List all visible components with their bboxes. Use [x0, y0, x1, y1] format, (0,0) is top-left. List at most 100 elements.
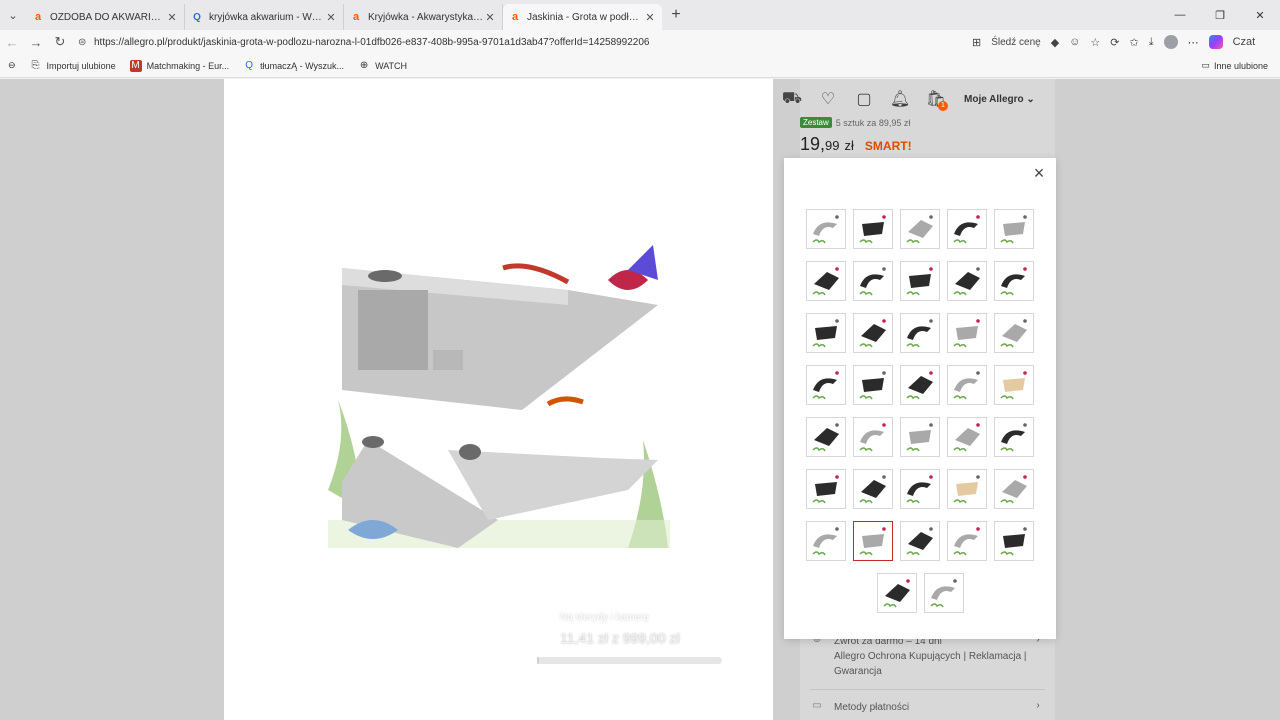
copilot-icon[interactable]: [1208, 35, 1223, 49]
favorite-watch[interactable]: ⊕ WATCH: [358, 60, 407, 72]
close-icon[interactable]: ×: [1028, 162, 1050, 184]
hero-progress-fill: [537, 657, 539, 664]
bell-icon[interactable]: 🔔︎: [882, 89, 918, 109]
favorite-matchmaking[interactable]: M Matchmaking - Eur...: [129, 59, 229, 72]
tag-icon[interactable]: ◆: [1051, 36, 1059, 49]
heart-icon[interactable]: ♡: [810, 89, 846, 109]
product-thumbnail[interactable]: [994, 365, 1034, 405]
profile-avatar[interactable]: [1163, 35, 1178, 49]
product-thumbnail[interactable]: [853, 365, 893, 405]
cart-icon[interactable]: 🛍︎ 1: [918, 89, 954, 111]
product-thumbnail[interactable]: [923, 573, 964, 613]
product-thumbnail[interactable]: [947, 365, 987, 405]
url-text: https://allegro.pl/produkt/jaskinia-grot…: [94, 36, 650, 48]
product-thumbnail[interactable]: [900, 313, 940, 353]
site-info-icon[interactable]: ⊜: [78, 37, 94, 48]
product-thumbnail[interactable]: [806, 469, 846, 509]
product-thumbnail[interactable]: [947, 469, 987, 509]
other-favorites[interactable]: ▭ Inne ulubione: [1201, 60, 1268, 71]
close-window-icon[interactable]: ✕: [1240, 0, 1280, 30]
hero-caption: Na sterydy i kamerę: [560, 612, 649, 623]
product-thumbnail[interactable]: [900, 209, 940, 249]
product-thumbnail[interactable]: [900, 469, 940, 509]
cart-count-badge: 1: [938, 101, 948, 111]
back-arrow-icon[interactable]: ←: [0, 35, 24, 50]
minimize-icon[interactable]: —: [1160, 0, 1200, 30]
product-thumbnail[interactable]: [947, 261, 987, 301]
product-thumbnail[interactable]: [853, 261, 893, 301]
tab-title: kryjówka akwarium - Wyszukaj: [209, 11, 325, 23]
product-thumbnail[interactable]: [994, 521, 1034, 561]
search-icon: Q: [245, 60, 254, 71]
divider: [810, 689, 1045, 690]
copilot-label[interactable]: Czat: [1233, 36, 1256, 48]
reader-icon[interactable]: ☺: [1069, 36, 1080, 48]
product-thumbnail[interactable]: [853, 469, 893, 509]
returns-protection-row[interactable]: ⊚ Zwrot za darmo – 14 dni Allegro Ochron…: [800, 634, 1055, 679]
product-thumbnail[interactable]: [806, 261, 846, 301]
browser-tab-4-active[interactable]: a Jaskinia - Grota w podłożu - Naroż ✕: [503, 4, 662, 30]
product-thumbnail[interactable]: [853, 209, 893, 249]
url-field[interactable]: ⊜ https://allegro.pl/produkt/jaskinia-gr…: [78, 31, 968, 53]
favorites-list-icon[interactable]: ✩: [1130, 36, 1139, 49]
thumbnail-row: [804, 209, 1036, 249]
new-tab-plus-icon[interactable]: +: [662, 6, 690, 24]
track-price-label[interactable]: Śledź cenę: [991, 37, 1040, 48]
product-thumbnail[interactable]: [806, 417, 846, 457]
favorite-translator[interactable]: Q tłumaczĄ - Wyszuk...: [243, 60, 344, 72]
product-thumbnail[interactable]: [994, 313, 1034, 353]
browser-tab-2[interactable]: Q kryjówka akwarium - Wyszukaj ✕: [185, 4, 344, 30]
tab-actions-chevron-icon[interactable]: ⌄: [0, 0, 26, 30]
product-thumbnail[interactable]: [853, 313, 893, 353]
product-thumbnail[interactable]: [900, 521, 940, 561]
tab-close-icon[interactable]: ✕: [644, 11, 656, 24]
product-thumbnail[interactable]: [994, 469, 1034, 509]
product-thumbnail[interactable]: [994, 261, 1034, 301]
favorites-toggle-icon[interactable]: ⊖: [8, 60, 16, 71]
product-thumbnail[interactable]: [947, 521, 987, 561]
product-thumbnail[interactable]: [806, 521, 846, 561]
favorite-import[interactable]: ⎘ Importuj ulubione: [30, 60, 116, 72]
product-thumbnail[interactable]: [947, 209, 987, 249]
tab-close-icon[interactable]: ✕: [325, 11, 337, 24]
tab-close-icon[interactable]: ✕: [484, 11, 496, 24]
reload-icon[interactable]: ↻: [48, 34, 72, 50]
product-thumbnail[interactable]: [806, 209, 846, 249]
browser-tab-3[interactable]: a Kryjówka - Akwarystyka - sprzęt i a ✕: [344, 4, 503, 30]
favorite-label: WATCH: [375, 60, 408, 71]
product-main-image[interactable]: [328, 190, 670, 548]
dimmed-backdrop-left[interactable]: [0, 79, 224, 720]
product-thumbnail[interactable]: [947, 313, 987, 353]
more-menu-icon[interactable]: ⋯: [1188, 36, 1199, 49]
payment-methods-row[interactable]: ▭ Metody płatności ›: [800, 700, 1055, 715]
product-thumbnail[interactable]: [994, 209, 1034, 249]
my-allegro-label: Moje Allegro: [964, 93, 1024, 105]
browser-tab-1[interactable]: a OZDOBA DO AKWARIUM DLA DZ ✕: [26, 4, 185, 30]
product-thumbnail[interactable]: [853, 521, 893, 561]
set-offer-line: Zestaw 5 sztuk za 89,95 zł: [800, 117, 910, 128]
product-thumbnail[interactable]: [853, 417, 893, 457]
globe-icon: ⊕: [359, 60, 369, 71]
messages-icon[interactable]: ▢: [846, 89, 882, 109]
product-thumbnail[interactable]: [994, 417, 1034, 457]
search-icon: Q: [193, 11, 201, 23]
extensions-icon[interactable]: ⟳: [1110, 36, 1119, 49]
favorite-star-icon[interactable]: ☆: [1090, 36, 1100, 49]
product-thumbnail[interactable]: [900, 417, 940, 457]
product-thumbnail[interactable]: [876, 573, 917, 613]
set-offer-text: 5 sztuk za 89,95 zł: [835, 117, 911, 128]
my-allegro-menu[interactable]: Moje Allegro ⌄: [964, 94, 1035, 105]
product-thumbnail[interactable]: [806, 313, 846, 353]
hero-progress-bar: [537, 657, 722, 664]
product-thumbnail[interactable]: [806, 365, 846, 405]
product-thumbnail[interactable]: [900, 365, 940, 405]
download-icon[interactable]: ⤓: [1149, 36, 1154, 49]
product-thumbnail[interactable]: [947, 417, 987, 457]
app-available-icon[interactable]: ⊞: [972, 36, 981, 49]
forward-arrow-icon[interactable]: →: [24, 35, 48, 50]
tab-close-icon[interactable]: ✕: [166, 11, 178, 24]
folder-icon: ▭: [1201, 60, 1210, 70]
product-thumbnail[interactable]: [900, 261, 940, 301]
delivery-truck-icon[interactable]: ⛟: [774, 89, 810, 109]
restore-icon[interactable]: ❐: [1200, 0, 1240, 30]
